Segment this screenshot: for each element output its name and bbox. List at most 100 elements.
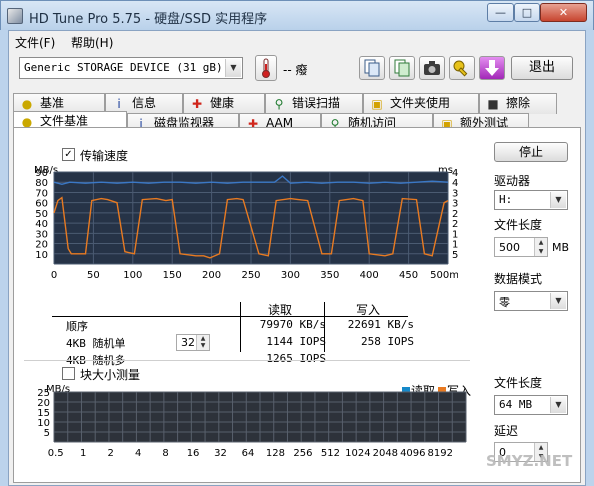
queue-depth-stepper[interactable]: 32 ▲ ▼ (176, 334, 210, 351)
block-x-tick: 256 (293, 448, 312, 459)
transfer-speed-chart: 9080706050403020104540353025201510505010… (35, 168, 458, 281)
block-x-tick: 1024 (345, 448, 370, 459)
block-x-tick: 512 (321, 448, 340, 459)
window-title: HD Tune Pro 5.75 - 硬盘/SSD 实用程序 (29, 12, 268, 27)
chevron-down-icon: ▼ (550, 293, 566, 309)
file-length-unit: MB (552, 241, 570, 254)
result-row-label: 4KB 随机单 (66, 337, 126, 350)
app-icon (7, 8, 23, 24)
stop-button[interactable]: 停止 (494, 142, 568, 162)
copy-screenshot-icon[interactable] (389, 56, 415, 80)
file-length-stepper[interactable]: 500 ▲ ▼ (494, 237, 548, 257)
file-length-value: 500 (499, 241, 520, 254)
block-x-tick: 32 (214, 448, 227, 459)
x-tick: 300 (281, 270, 300, 281)
tab-top-3[interactable]: ⚲ 错误扫描 (265, 93, 363, 114)
tab-top-label: 健康 (210, 96, 235, 110)
block-x-tick: 2048 (373, 448, 398, 459)
camera-icon[interactable] (419, 56, 445, 80)
block-x-tick: 0.5 (48, 448, 64, 459)
device-select[interactable]: Generic STORAGE DEVICE (31 gB) ▼ (19, 57, 243, 79)
delay-label: 延迟 (494, 424, 519, 438)
result-read-value: 1144 IOPS (266, 335, 326, 348)
tab-top-label: 信息 (132, 96, 157, 110)
options-icon[interactable] (449, 56, 475, 80)
y-tick-right: 5 (452, 250, 458, 261)
queue-depth-value: 32 (181, 336, 195, 349)
x-tick: 0 (51, 270, 57, 281)
minimize-button[interactable]: — (487, 3, 514, 22)
result-write-value: 258 IOPS (361, 335, 414, 348)
temperature-readout: -- 癈 (283, 63, 308, 77)
result-row-label: 顺序 (66, 320, 88, 333)
x-tick: 150 (163, 270, 182, 281)
block-size-chart: 2520151050.5 1 2 4 8 16 32 64 128 256 512 1024 2048 4… (37, 388, 467, 459)
x-tick: 350 (320, 270, 339, 281)
drive-label: 驱动器 (494, 174, 531, 188)
block-x-tick: 1 (80, 448, 86, 459)
close-button[interactable]: ✕ (540, 3, 587, 22)
block-x-tick: 4 (135, 448, 141, 459)
block-x-tick: 128 (266, 448, 285, 459)
download-icon[interactable] (479, 56, 505, 80)
health-cross-icon: ✚ (191, 97, 203, 111)
block-file-length-label: 文件长度 (494, 376, 543, 390)
block-x-tick: 8 (162, 448, 168, 459)
transfer-speed-label: 传输速度 (80, 149, 129, 163)
block-file-length-select[interactable]: 64 MB ▼ (494, 395, 568, 415)
chevron-down-icon: ▼ (225, 59, 241, 77)
thermometer-icon[interactable] (255, 55, 277, 81)
read-column-header: 读取 (268, 303, 293, 317)
section-divider (24, 360, 470, 361)
block-x-tick: 2 (107, 448, 113, 459)
tab-top-label: 文件夹使用 (390, 96, 451, 110)
x-tick: 450 (399, 270, 418, 281)
block-y-tick: 5 (44, 428, 50, 439)
block-x-tick: 4096 (400, 448, 425, 459)
x-tick: 500mB (430, 270, 458, 281)
file-length-label: 文件长度 (494, 218, 543, 232)
exit-button[interactable]: 退出 (511, 56, 573, 80)
toolbar: Generic STORAGE DEVICE (31 gB) ▼ -- 癈 退出 (9, 51, 585, 85)
x-tick: 400 (360, 270, 379, 281)
transfer-speed-checkbox[interactable]: ✓ (62, 148, 75, 161)
block-file-length-value: 64 MB (499, 398, 533, 411)
result-read-value: 1265 IOPS (266, 352, 326, 365)
tab-top-5[interactable]: ■ 擦除 (479, 93, 557, 114)
file-benchmark-panel: ✓ 传输速度 MB/s ms 9080706050403020104540353… (13, 127, 581, 483)
stepper-arrows-icon: ▲ ▼ (534, 238, 547, 256)
data-mode-value: 零 (499, 296, 510, 309)
chevron-down-icon: ▼ (550, 192, 566, 208)
menu-bar: 文件(F) 帮助(H) (9, 31, 585, 51)
trash-icon: ■ (487, 97, 499, 111)
result-write-value: 22691 KB/s (347, 318, 414, 331)
x-tick: 250 (241, 270, 260, 281)
menu-help[interactable]: 帮助(H) (71, 34, 113, 51)
results-table: 读取 写入 顺序 79970 KB/s 22691 KB/s 4KB 随机单 1144 … (52, 302, 436, 367)
bulb-icon: ● (21, 97, 33, 111)
main-window: 文件(F) 帮助(H) Generic STORAGE DEVICE (31 g… (8, 30, 586, 486)
maximize-button[interactable]: □ (514, 3, 540, 22)
block-x-tick: 16 (187, 448, 200, 459)
block-size-checkbox[interactable] (62, 367, 75, 380)
info-icon: ⅰ (117, 97, 121, 111)
tab-top-4[interactable]: ▣ 文件夹使用 (363, 93, 479, 114)
menu-file[interactable]: 文件(F) (15, 34, 55, 51)
folder-icon: ▣ (371, 97, 383, 111)
y-tick-left: 10 (35, 250, 48, 261)
tab-top-label: 擦除 (506, 96, 531, 110)
data-mode-select[interactable]: 零 ▼ (494, 291, 568, 311)
x-tick: 200 (202, 270, 221, 281)
write-column-header: 写入 (356, 303, 381, 317)
drive-select[interactable]: H: ▼ (494, 190, 568, 210)
title-bar: HD Tune Pro 5.75 - 硬盘/SSD 实用程序 — □ ✕ (0, 0, 594, 30)
copy-info-icon[interactable] (359, 56, 385, 80)
device-value: Generic STORAGE DEVICE (31 gB) (24, 61, 223, 74)
result-read-value: 79970 KB/s (259, 318, 326, 331)
stepper-arrows-icon: ▲ ▼ (196, 335, 209, 350)
block-x-tick: 8192 (428, 448, 453, 459)
watermark: SMYZ.NET (486, 452, 573, 470)
tab-top-2[interactable]: ✚ 健康 (183, 93, 265, 114)
tab-top-label: 错误扫描 (292, 96, 341, 110)
chevron-down-icon: ▼ (550, 397, 566, 413)
